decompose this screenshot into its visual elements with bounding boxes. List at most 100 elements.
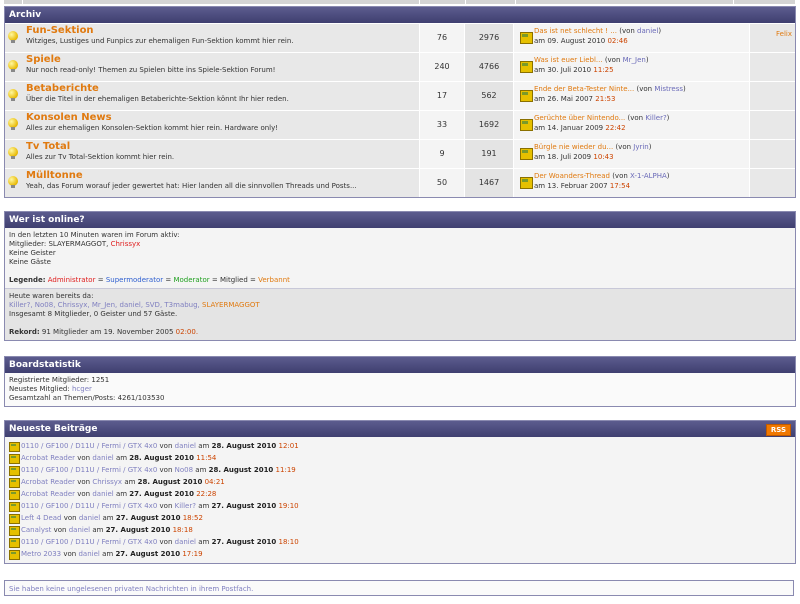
post-title-link[interactable]: 0110 / GF100 / D11U / Fermi / GTX 4x0 xyxy=(21,466,157,474)
forum-last-post: Ende der Beta-Tester Ninte... (von Mistr… xyxy=(513,82,749,110)
post-title-link[interactable]: Acrobat Reader xyxy=(21,478,75,486)
post-user-link[interactable]: daniel xyxy=(69,526,90,534)
newest-posts-title: Neueste Beiträge xyxy=(9,424,98,434)
today-user-links[interactable]: Killer?, No08, Chrissyx, Mr_Jen, daniel,… xyxy=(9,301,200,309)
post-date: 27. August 2010 xyxy=(105,526,171,534)
post-icon xyxy=(9,550,20,560)
post-user-link[interactable]: daniel xyxy=(175,538,196,546)
post-user-link[interactable]: daniel xyxy=(78,550,99,558)
folder-icon xyxy=(520,148,533,160)
post-icon xyxy=(9,538,20,548)
forum-status-cell xyxy=(5,111,23,139)
post-row: 0110 / GF100 / D11U / Fermi / GTX 4x0 vo… xyxy=(9,464,791,476)
last-post-title-link[interactable]: Gerüchte über Nintendo... xyxy=(534,114,625,122)
post-by: von xyxy=(159,442,173,450)
online-ghosts: Keine Geister xyxy=(9,249,56,257)
last-post-title-link[interactable]: Das ist net schlecht ! ... xyxy=(534,27,617,35)
forum-name-link[interactable]: Mülltonne xyxy=(26,170,416,182)
forum-name-link[interactable]: Spiele xyxy=(26,54,416,66)
post-time: 12:01 xyxy=(278,442,299,450)
post-date: 28. August 2010 xyxy=(211,442,277,450)
today-user-link[interactable]: SLAYERMAGGOT xyxy=(202,301,260,309)
last-post-date-line: am 09. August 2010 02:46 xyxy=(534,36,746,46)
post-title-link[interactable]: Canalyst xyxy=(21,526,51,534)
post-time: 17:19 xyxy=(182,550,203,558)
post-on: am xyxy=(198,538,210,546)
post-title-link[interactable]: Metro 2033 xyxy=(21,550,61,558)
online-section: Wer ist online? In den letzten 10 Minute… xyxy=(4,211,796,341)
last-post-line: Bürgle nie wieder du... (von Jyrin) xyxy=(534,142,746,152)
post-title-link[interactable]: Acrobat Reader xyxy=(21,454,75,462)
last-post-title-link[interactable]: Der Woanders-Thread xyxy=(534,172,610,180)
last-post-user-link[interactable]: Mistress xyxy=(654,85,683,93)
post-user-link[interactable]: Chrissyx xyxy=(92,478,122,486)
last-post-by: (von xyxy=(619,27,635,35)
forum-name-link[interactable]: Fun-Sektion xyxy=(26,25,416,37)
forum-description: Alles zur ehemaligen Konsolen-Sektion ko… xyxy=(26,124,279,132)
post-time: 11:19 xyxy=(275,466,296,474)
post-date: 27. August 2010 xyxy=(211,538,277,546)
forum-description: Witziges, Lustiges und Funpics zur ehema… xyxy=(26,37,294,45)
forum-name-link[interactable]: Konsolen News xyxy=(26,112,416,124)
post-by: von xyxy=(77,478,91,486)
post-user-link[interactable]: Killer? xyxy=(175,502,196,510)
post-user-link[interactable]: No08 xyxy=(175,466,193,474)
post-title-link[interactable]: 0110 / GF100 / D11U / Fermi / GTX 4x0 xyxy=(21,442,157,450)
online-member-link[interactable]: Chrissyx xyxy=(111,240,141,248)
bulb-icon xyxy=(8,118,18,130)
legend-admin: Administrator xyxy=(47,276,96,284)
last-post-title-link[interactable]: Was ist euer Liebl... xyxy=(534,56,603,64)
legend-supermod: Supermoderator xyxy=(105,276,164,284)
last-post-title-link[interactable]: Ende der Beta-Tester Ninte... xyxy=(534,85,634,93)
forum-row: Konsolen News Alles zur ehemaligen Konsol… xyxy=(5,110,795,139)
forum-moderator[interactable] xyxy=(749,82,795,110)
last-post-user-link[interactable]: Mr_Jen xyxy=(623,56,646,64)
forum-description: Yeah, das Forum worauf jeder gewertet ha… xyxy=(26,182,357,190)
forum-row: Mülltonne Yeah, das Forum worauf jeder ge… xyxy=(5,168,795,197)
forum-topics-count: 33 xyxy=(419,111,464,139)
last-post-user-link[interactable]: X-1-ALPHA xyxy=(630,172,667,180)
last-post-line: Gerüchte über Nintendo... (von Killer?) xyxy=(534,113,746,123)
forum-moderator[interactable] xyxy=(749,111,795,139)
forum-topics-count: 240 xyxy=(419,53,464,81)
forum-name-link[interactable]: Tv Total xyxy=(26,141,416,153)
forum-moderator[interactable]: Felix xyxy=(749,24,795,52)
last-post-date-line: am 18. Juli 2009 10:43 xyxy=(534,152,746,162)
newest-member-link[interactable]: hcger xyxy=(72,385,92,393)
forum-moderator[interactable] xyxy=(749,140,795,168)
forum-last-post: Der Woanders-Thread (von X-1-ALPHA) am 13… xyxy=(513,169,749,197)
post-user-link[interactable]: daniel xyxy=(92,454,113,462)
legend-sep: = xyxy=(250,276,256,284)
online-today: Heute waren bereits da: Killer?, No08, C… xyxy=(5,289,795,340)
last-post-user-link[interactable]: Jyrin xyxy=(633,143,648,151)
last-post-date-line: am 30. Juli 2010 11:25 xyxy=(534,65,746,75)
forum-info: Mülltonne Yeah, das Forum worauf jeder ge… xyxy=(23,169,419,197)
post-user-link[interactable]: daniel xyxy=(175,442,196,450)
forum-moderator[interactable] xyxy=(749,169,795,197)
post-user-link[interactable]: daniel xyxy=(92,490,113,498)
last-post-title-link[interactable]: Bürgle nie wieder du... xyxy=(534,143,613,151)
last-post-user-link[interactable]: daniel xyxy=(637,27,658,35)
post-user-link[interactable]: daniel xyxy=(79,514,100,522)
today-label: Heute waren bereits da: xyxy=(9,292,94,300)
rss-button[interactable]: RSS xyxy=(765,424,791,436)
today-total: Insgesamt 8 Mitglieder, 0 Geister und 57… xyxy=(9,310,178,318)
forum-name-link[interactable]: Betaberichte xyxy=(26,83,416,95)
post-title-link[interactable]: Acrobat Reader xyxy=(21,490,75,498)
last-post-close: ) xyxy=(648,143,652,151)
forum-moderator[interactable] xyxy=(749,53,795,81)
private-messages-notice[interactable]: Sie haben keine ungelesenen privaten Nac… xyxy=(4,580,794,596)
forum-last-post: Gerüchte über Nintendo... (von Killer?) a… xyxy=(513,111,749,139)
post-title-link[interactable]: 0110 / GF100 / D11U / Fermi / GTX 4x0 xyxy=(21,538,157,546)
last-post-time: 21:53 xyxy=(595,95,616,103)
post-icon xyxy=(9,466,20,476)
last-post-line: Der Woanders-Thread (von X-1-ALPHA) xyxy=(534,171,746,181)
stats-section: Boardstatistik Registrierte Mitglieder: … xyxy=(4,356,796,407)
last-post-close: ) xyxy=(666,172,670,180)
post-title-link[interactable]: Left 4 Dead xyxy=(21,514,62,522)
forum-description: Über die Titel in der ehemaligen Betaber… xyxy=(26,95,289,103)
online-member-link[interactable]: SLAYERMAGGOT, xyxy=(48,240,108,248)
last-post-close: ) xyxy=(645,56,649,64)
last-post-user-link[interactable]: Killer? xyxy=(645,114,666,122)
post-title-link[interactable]: 0110 / GF100 / D11U / Fermi / GTX 4x0 xyxy=(21,502,157,510)
